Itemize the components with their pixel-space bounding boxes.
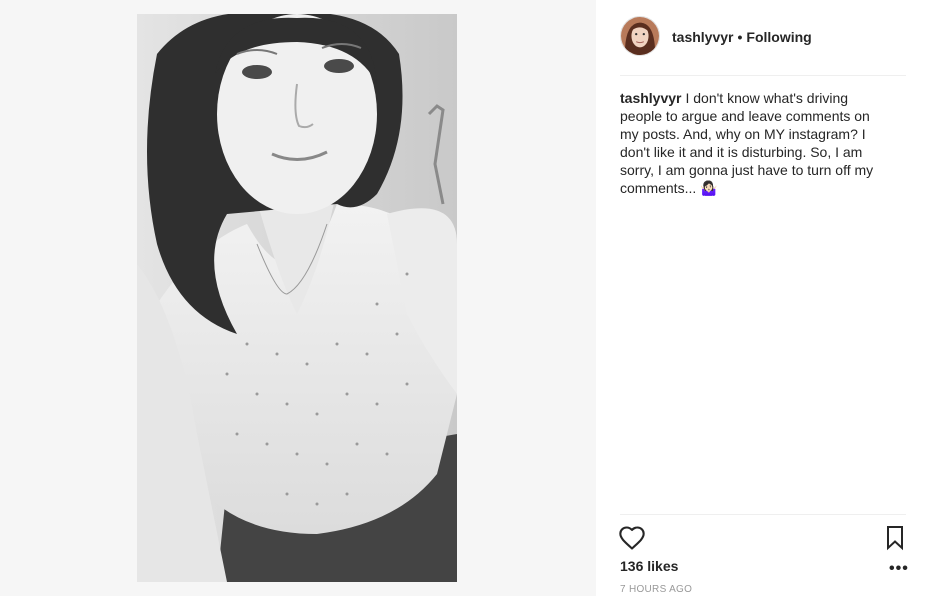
bookmark-outline-icon[interactable] — [883, 524, 907, 552]
actions-divider — [620, 514, 906, 515]
following-button[interactable]: Following — [746, 29, 811, 45]
post-photo[interactable] — [137, 14, 457, 582]
more-options-icon[interactable]: ••• — [889, 560, 909, 578]
post-timestamp[interactable]: 7 HOURS AGO — [620, 584, 692, 595]
avatar[interactable] — [620, 16, 660, 56]
heart-outline-icon[interactable] — [618, 524, 646, 552]
post-side-pane: tashlyvyr • Following tashlyvyr I don't kno… — [596, 0, 928, 596]
header-username[interactable]: tashlyvyr — [672, 29, 733, 45]
post-media-pane — [0, 0, 596, 596]
selfie-image — [137, 14, 457, 582]
caption-username[interactable]: tashlyvyr — [620, 90, 681, 106]
separator-dot: • — [737, 29, 743, 45]
post-header: tashlyvyr • Following — [620, 16, 906, 74]
post-caption: tashlyvyr I don't know what's driving peo… — [620, 89, 888, 197]
header-divider — [620, 75, 906, 76]
likes-count[interactable]: 136 likes — [620, 558, 678, 574]
avatar-image — [621, 17, 659, 55]
